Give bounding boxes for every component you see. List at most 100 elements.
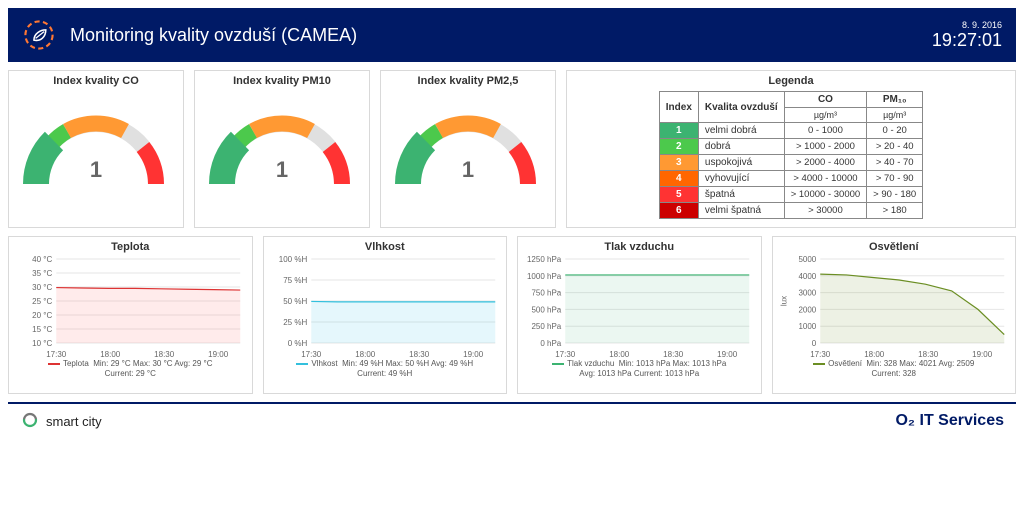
chart-card-vlhkost: Vlhkost 0 %H 25 %H 50 %H 75 %H 100 %H 17:30 1… [263, 236, 508, 394]
chart-plot: 10 °C15 °C20 °C25 °C30 °C35 °C40 °C 17:3… [13, 253, 248, 359]
svg-text:25 %H: 25 %H [283, 318, 307, 327]
svg-text:18:30: 18:30 [663, 350, 684, 359]
legend-swatch-icon [813, 363, 825, 365]
gauge-title: Index kvality PM10 [201, 75, 363, 87]
svg-text:18:30: 18:30 [918, 350, 939, 359]
page-title: Monitoring kvality ovzduší (CAMEA) [70, 25, 932, 46]
header-time: 19:27:01 [932, 30, 1002, 51]
legend-quality: špatná [698, 187, 784, 203]
chart-legend: Teplota Min: 29 °C Max: 30 °C Avg: 29 °C… [13, 359, 248, 378]
svg-text:100 %H: 100 %H [278, 255, 307, 264]
svg-text:18:00: 18:00 [100, 350, 121, 359]
legend-row: 6 velmi špatná > 30000 > 180 [659, 203, 922, 219]
gauge-value: 1 [202, 157, 362, 183]
gauge-visual: 1 [202, 89, 362, 199]
footer-brand: O₂ [895, 412, 915, 429]
svg-text:18:00: 18:00 [609, 350, 630, 359]
svg-text:18:30: 18:30 [409, 350, 430, 359]
svg-text:4000: 4000 [798, 272, 816, 281]
charts-row: Teplota 10 °C15 °C20 °C25 °C30 °C35 °C40… [0, 228, 1024, 394]
gauge-card-1: Index kvality PM10 1 [194, 70, 370, 228]
svg-text:750 hPa: 750 hPa [531, 289, 561, 298]
legend-idx: 5 [659, 187, 698, 203]
chart-title: Tlak vzduchu [522, 241, 757, 253]
legend-row: 3 uspokojivá > 2000 - 4000 > 40 - 70 [659, 155, 922, 171]
legend-table: Index Kvalita ovzduší CO PM₁₀ µg/m³ µg/m… [659, 91, 923, 219]
svg-text:5000: 5000 [798, 255, 816, 264]
svg-text:lux: lux [779, 296, 788, 306]
header-datetime: 8. 9. 2016 19:27:01 [932, 20, 1002, 51]
chart-card-tlak vzduchu: Tlak vzduchu 0 hPa250 hPa500 hPa750 hPa1… [517, 236, 762, 394]
svg-text:19:00: 19:00 [208, 350, 229, 359]
legend-idx: 2 [659, 139, 698, 155]
gauge-visual: 1 [16, 89, 176, 199]
legend-swatch-icon [552, 363, 564, 365]
legend-co: 0 - 1000 [784, 123, 866, 139]
legend-head-co-unit: µg/m³ [784, 108, 866, 123]
svg-text:17:30: 17:30 [301, 350, 322, 359]
svg-text:18:00: 18:00 [864, 350, 885, 359]
svg-text:35 °C: 35 °C [32, 269, 52, 278]
legend-quality: vyhovující [698, 171, 784, 187]
chart-title: Teplota [13, 241, 248, 253]
legend-pm: 0 - 20 [867, 123, 923, 139]
svg-text:19:00: 19:00 [717, 350, 738, 359]
svg-text:0 %H: 0 %H [287, 339, 307, 348]
legend-row: 5 špatná > 10000 - 30000 > 90 - 180 [659, 187, 922, 203]
legend-card: Legenda Index Kvalita ovzduší CO PM₁₀ µg… [566, 70, 1016, 228]
svg-text:75 %H: 75 %H [283, 276, 307, 285]
chart-legend: Osvětlení Min: 328 Max: 4021 Avg: 2509Cu… [777, 359, 1012, 378]
svg-text:1000: 1000 [798, 322, 816, 331]
svg-text:1000 hPa: 1000 hPa [527, 272, 562, 281]
svg-text:18:00: 18:00 [355, 350, 376, 359]
legend-quality: velmi špatná [698, 203, 784, 219]
svg-text:0: 0 [811, 339, 816, 348]
chart-title: Vlhkost [268, 241, 503, 253]
chart-legend: Vlhkost Min: 49 %H Max: 50 %H Avg: 49 %H… [268, 359, 503, 378]
svg-text:3000: 3000 [798, 289, 816, 298]
legend-idx: 6 [659, 203, 698, 219]
legend-co: > 2000 - 4000 [784, 155, 866, 171]
svg-text:19:00: 19:00 [463, 350, 484, 359]
chart-card-teplota: Teplota 10 °C15 °C20 °C25 °C30 °C35 °C40… [8, 236, 253, 394]
svg-text:40 °C: 40 °C [32, 255, 52, 264]
legend-quality: velmi dobrá [698, 123, 784, 139]
legend-co: > 1000 - 2000 [784, 139, 866, 155]
legend-pm: > 90 - 180 [867, 187, 923, 203]
gauge-value: 1 [16, 157, 176, 183]
svg-text:17:30: 17:30 [46, 350, 67, 359]
svg-text:20 °C: 20 °C [32, 311, 52, 320]
svg-text:17:30: 17:30 [810, 350, 831, 359]
svg-text:50 %H: 50 %H [283, 297, 307, 306]
gauge-card-2: Index kvality PM2,5 1 [380, 70, 556, 228]
footer-left: smart city [20, 410, 102, 433]
smart-city-icon [20, 410, 40, 433]
svg-text:17:30: 17:30 [555, 350, 576, 359]
legend-head-index: Index [659, 92, 698, 123]
footer: smart city O₂ IT Services [8, 402, 1016, 438]
footer-right-text: IT Services [915, 412, 1004, 429]
legend-row: 4 vyhovující > 4000 - 10000 > 70 - 90 [659, 171, 922, 187]
footer-left-text: smart city [46, 414, 102, 429]
svg-text:30 °C: 30 °C [32, 283, 52, 292]
gauge-card-0: Index kvality CO 1 [8, 70, 184, 228]
legend-idx: 3 [659, 155, 698, 171]
gauges-legend-row: Index kvality CO 1Index kvality PM10 1In… [0, 62, 1024, 228]
gauge-value: 1 [388, 157, 548, 183]
gauge-title: Index kvality PM2,5 [387, 75, 549, 87]
legend-co: > 4000 - 10000 [784, 171, 866, 187]
svg-text:10 °C: 10 °C [32, 339, 52, 348]
chart-card-osvětlení: Osvětlení 010002000300040005000 17:3018:… [772, 236, 1017, 394]
legend-quality: dobrá [698, 139, 784, 155]
legend-pm: > 40 - 70 [867, 155, 923, 171]
legend-row: 1 velmi dobrá 0 - 1000 0 - 20 [659, 123, 922, 139]
svg-text:500 hPa: 500 hPa [531, 305, 561, 314]
legend-co: > 10000 - 30000 [784, 187, 866, 203]
chart-plot: 010002000300040005000 17:3018:0018:3019:… [777, 253, 1012, 359]
legend-pm: > 180 [867, 203, 923, 219]
gauge-visual: 1 [388, 89, 548, 199]
chart-plot: 0 %H 25 %H 50 %H 75 %H 100 %H 17:30 18:00 18:3… [268, 253, 503, 359]
legend-swatch-icon [296, 363, 308, 365]
legend-row: 2 dobrá > 1000 - 2000 > 20 - 40 [659, 139, 922, 155]
legend-idx: 1 [659, 123, 698, 139]
